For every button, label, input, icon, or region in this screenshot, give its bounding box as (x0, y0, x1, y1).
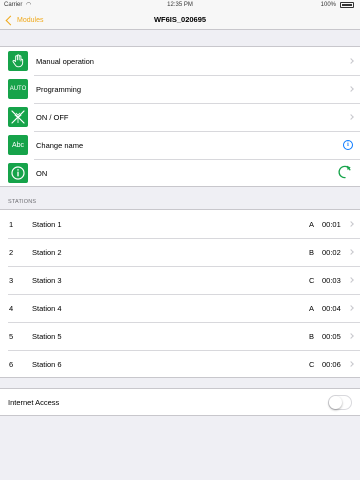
internet-access-label: Internet Access (8, 398, 60, 407)
chevron-right-icon (348, 221, 354, 227)
station-number: 2 (9, 248, 14, 257)
menu-item-change-name[interactable]: Abc Change name i (0, 131, 360, 159)
status-bar: Carrier ◠ 12:35 PM 100% (0, 0, 360, 10)
info-button[interactable]: i (343, 140, 353, 150)
station-name: Station 6 (32, 360, 62, 369)
battery-icon (340, 2, 354, 8)
station-row[interactable]: 6 Station 6 C 00:06 (0, 350, 360, 378)
menu-item-programming[interactable]: AUTO Programming (0, 75, 360, 103)
chevron-right-icon (348, 86, 354, 92)
chevron-right-icon (348, 249, 354, 255)
navigation-bar: Modules WF6IS_020695 (0, 10, 360, 30)
station-row[interactable]: 4 Station 4 A 00:04 (0, 294, 360, 322)
station-duration: 00:04 (322, 304, 341, 313)
chevron-right-icon (348, 361, 354, 367)
stations-list: 1 Station 1 A 00:01 2 Station 2 B 00:02 … (0, 209, 360, 378)
toggle-knob (329, 396, 342, 409)
station-duration: 00:06 (322, 360, 341, 369)
refresh-icon[interactable] (336, 163, 354, 181)
menu-item-label: Manual operation (36, 56, 94, 66)
abc-icon: Abc (8, 135, 28, 155)
menu-item-label: Programming (36, 84, 82, 94)
station-program: A (309, 304, 315, 313)
chevron-right-icon (348, 114, 354, 120)
station-name: Station 5 (32, 332, 62, 341)
station-duration: 00:05 (322, 332, 341, 341)
status-time: 12:35 PM (167, 2, 193, 8)
station-number: 1 (9, 220, 14, 229)
chevron-right-icon (348, 333, 354, 339)
station-number: 5 (9, 332, 14, 341)
info-icon (8, 163, 28, 183)
station-program: B (309, 248, 315, 257)
menu-list: Manual operation AUTO Programming ON / O… (0, 46, 360, 187)
sprinkler-off-icon (8, 107, 28, 127)
chevron-right-icon (348, 58, 354, 64)
menu-item-on-off[interactable]: ON / OFF (0, 103, 360, 131)
chevron-right-icon (348, 277, 354, 283)
internet-access-row: Internet Access (0, 388, 360, 416)
station-row[interactable]: 5 Station 5 B 00:05 (0, 322, 360, 350)
station-duration: 00:03 (322, 276, 341, 285)
menu-item-status: ON (0, 159, 360, 187)
battery-percent: 100% (320, 2, 336, 8)
station-name: Station 3 (32, 276, 62, 285)
station-program: C (309, 276, 315, 285)
section-header-stations: STATIONS (8, 199, 37, 205)
station-program: A (309, 220, 315, 229)
status-label: ON (36, 168, 48, 178)
station-duration: 00:02 (322, 248, 341, 257)
station-number: 4 (9, 304, 14, 313)
station-program: B (309, 332, 315, 341)
station-name: Station 1 (32, 220, 62, 229)
menu-item-label: ON / OFF (36, 112, 69, 122)
station-row[interactable]: 3 Station 3 C 00:03 (0, 266, 360, 294)
station-row[interactable]: 2 Station 2 B 00:02 (0, 238, 360, 266)
station-row[interactable]: 1 Station 1 A 00:01 (0, 210, 360, 238)
station-number: 3 (9, 276, 14, 285)
station-duration: 00:01 (322, 220, 341, 229)
menu-item-label: Change name (36, 140, 84, 150)
station-program: C (309, 360, 315, 369)
station-number: 6 (9, 360, 14, 369)
menu-item-manual-operation[interactable]: Manual operation (0, 47, 360, 75)
station-name: Station 4 (32, 304, 62, 313)
internet-access-toggle[interactable] (328, 395, 352, 410)
station-name: Station 2 (32, 248, 62, 257)
hand-icon (8, 51, 28, 71)
page-title: WF6IS_020695 (153, 15, 207, 24)
auto-icon: AUTO (8, 79, 28, 99)
chevron-right-icon (348, 305, 354, 311)
